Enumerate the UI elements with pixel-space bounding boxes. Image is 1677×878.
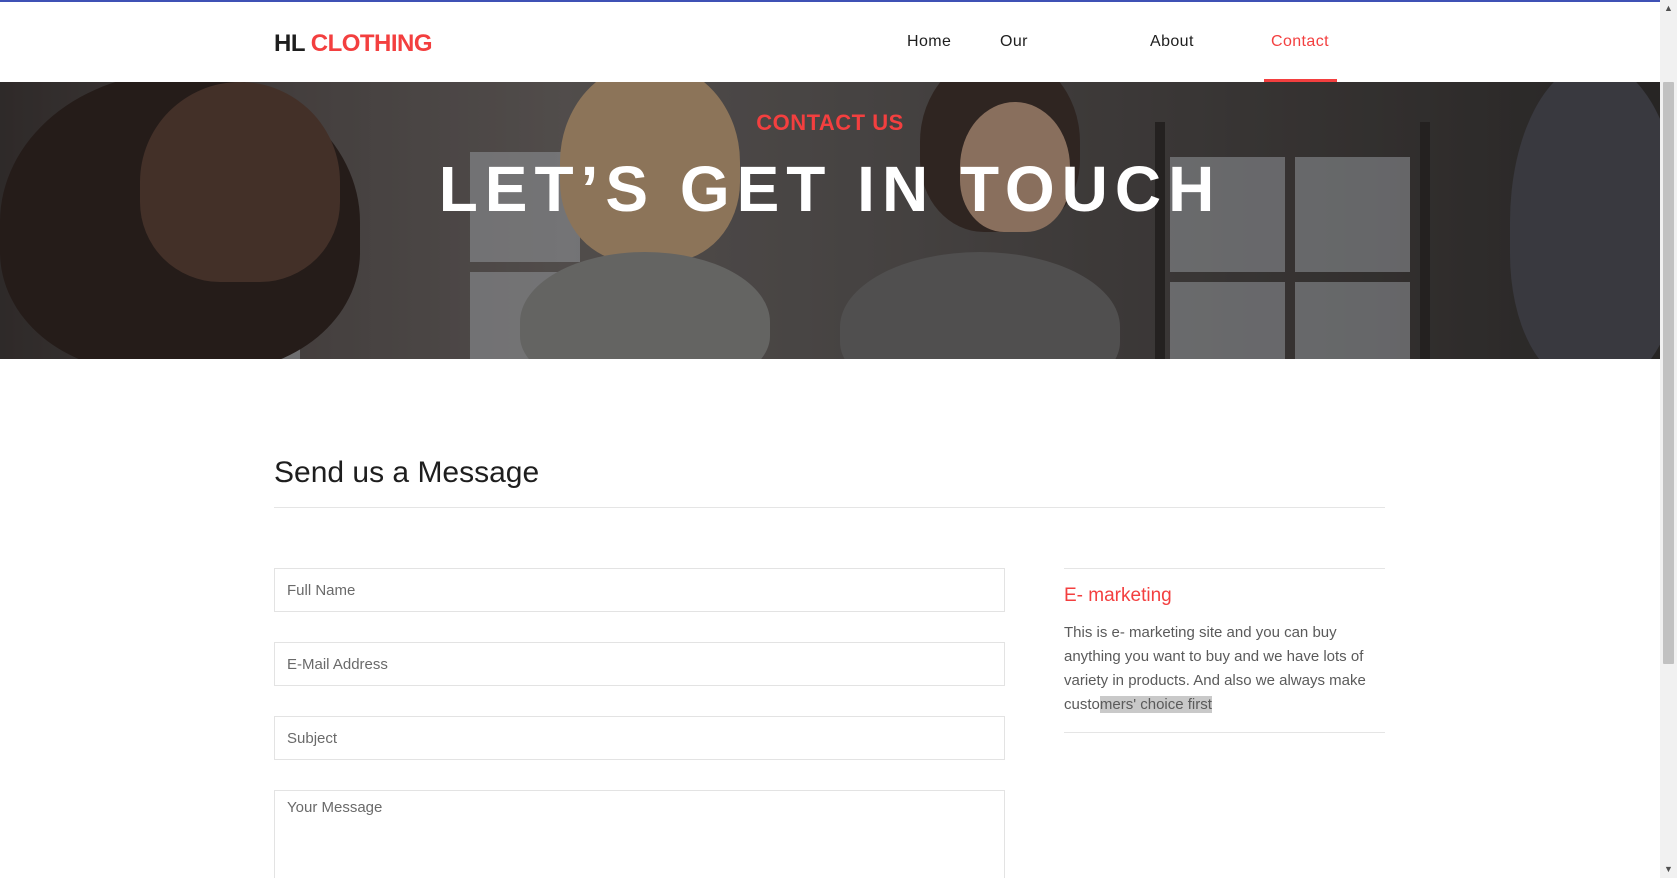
hero-banner: CONTACT US LET’S GET IN TOUCH xyxy=(0,82,1660,359)
site-logo[interactable]: HL CLOTHING xyxy=(274,30,433,58)
hero-title: LET’S GET IN TOUCH xyxy=(438,153,1222,225)
page-scrollbar[interactable]: ▲ ▼ xyxy=(1660,0,1677,878)
nav-home[interactable]: Home xyxy=(907,2,951,82)
nav-contact-us[interactable]: Contact Us xyxy=(1264,2,1337,130)
nav-about-us[interactable]: About Us xyxy=(1150,2,1194,130)
aside-bottom-divider xyxy=(1064,732,1385,733)
nav-our-products[interactable]: Our Products xyxy=(1000,2,1066,130)
aside-text-selected: mers' choice first xyxy=(1099,696,1212,713)
full-name-input[interactable] xyxy=(274,568,1005,612)
message-textarea[interactable] xyxy=(274,790,1005,878)
logo-brand: CLOTHING xyxy=(310,30,433,57)
subject-input[interactable] xyxy=(274,716,1005,760)
logo-prefix: HL xyxy=(274,30,305,57)
scroll-up-icon[interactable]: ▲ xyxy=(1660,0,1677,17)
aside-title: E- marketing xyxy=(1064,585,1172,606)
aside-top-divider xyxy=(1064,568,1385,569)
aside-description: This is e- marketing site and you can bu… xyxy=(1064,621,1389,717)
heading-divider xyxy=(274,507,1385,508)
site-header: HL CLOTHING Home Our Products About Us C… xyxy=(0,2,1660,130)
form-heading: Send us a Message xyxy=(274,456,540,489)
hero-subtitle: CONTACT US xyxy=(756,110,904,135)
scroll-thumb[interactable] xyxy=(1663,82,1674,664)
scroll-down-icon[interactable]: ▼ xyxy=(1660,861,1677,878)
email-input[interactable] xyxy=(274,642,1005,686)
